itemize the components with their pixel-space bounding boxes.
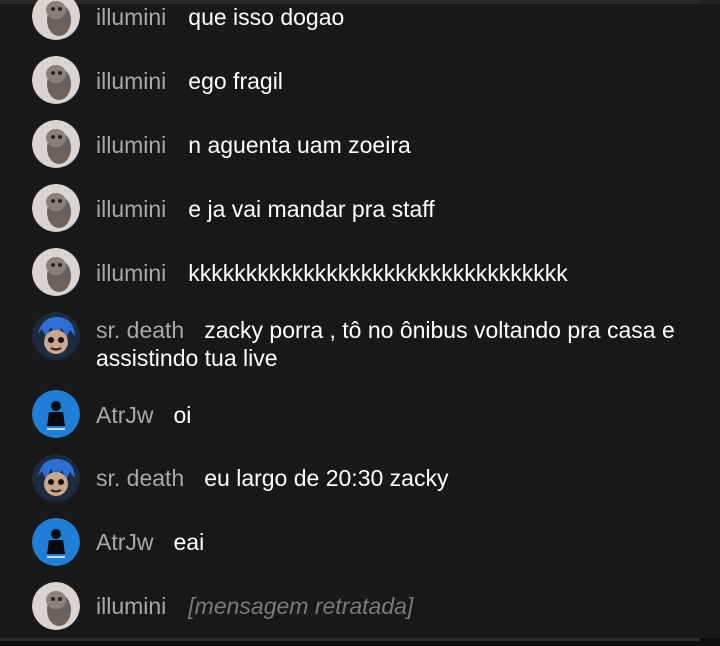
owl-avatar-icon[interactable] [32,582,80,630]
message-author[interactable]: illumini [96,4,166,30]
blue-circle-avatar-icon[interactable] [32,390,80,438]
message-author[interactable]: illumini [96,68,166,94]
chat-message[interactable]: illumini ego fragil [0,56,720,106]
message-author[interactable]: AtrJw [96,402,154,428]
chat-message[interactable]: illumini que isso dogao [0,0,720,40]
live-chat-panel: illumini que isso dogao illumini ego fragi… [0,0,720,646]
chat-message[interactable]: AtrJw oi [0,390,720,440]
message-text: eai [173,529,205,555]
message-author[interactable]: illumini [96,132,166,158]
owl-avatar-icon[interactable] [32,184,80,232]
owl-avatar-icon[interactable] [32,0,80,40]
message-author[interactable]: illumini [96,196,166,222]
message-text: kkkkkkkkkkkkkkkkkkkkkkkkkkkkkkkkk [188,260,568,286]
chat-message[interactable]: sr. death eu largo de 20:30 zacky [0,454,720,504]
message-author[interactable]: illumini [96,260,166,286]
chat-message[interactable]: sr. death zacky porra , tô no ônibus volt… [0,312,720,378]
owl-avatar-icon[interactable] [32,248,80,296]
blue-hair-character-avatar-icon[interactable] [32,312,80,360]
message-author[interactable]: sr. death [96,465,184,491]
message-author[interactable]: AtrJw [96,529,154,555]
message-text: n aguenta uam zoeira [188,132,411,158]
owl-avatar-icon[interactable] [32,120,80,168]
message-author[interactable]: sr. death [96,317,184,343]
message-text: oi [173,402,192,428]
chat-message[interactable]: illumini e ja vai mandar pra staff [0,184,720,234]
blue-hair-character-avatar-icon[interactable] [32,454,80,502]
chat-message[interactable]: illumini kkkkkkkkkkkkkkkkkkkkkkkkkkkkkkkk… [0,248,720,298]
message-text: que isso dogao [188,4,345,30]
message-text: ego fragil [188,68,283,94]
owl-avatar-icon[interactable] [32,56,80,104]
bottom-divider-line [0,638,700,641]
retracted-message-text: [mensagem retratada] [188,593,414,619]
chat-message[interactable]: illumini n aguenta uam zoeira [0,120,720,170]
bottom-divider [0,638,720,646]
message-text: e ja vai mandar pra staff [188,196,435,222]
chat-message[interactable]: illumini [mensagem retratada] [0,582,720,632]
message-author[interactable]: illumini [96,593,166,619]
message-text: eu largo de 20:30 zacky [204,465,449,491]
blue-circle-avatar-icon[interactable] [32,518,80,566]
chat-message[interactable]: AtrJw eai [0,518,720,568]
